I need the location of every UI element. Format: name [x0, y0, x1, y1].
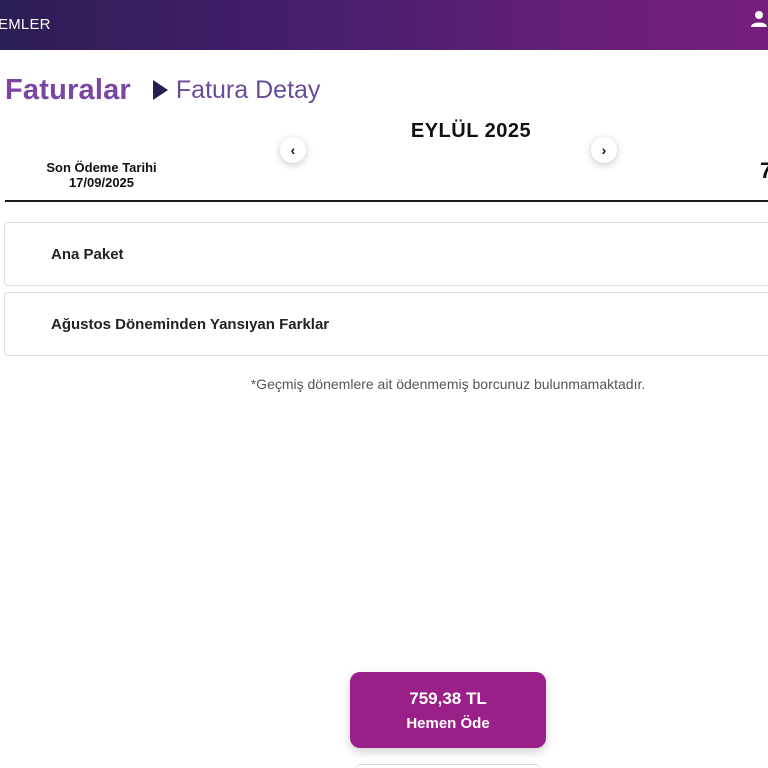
due-date-label: Son Ödeme Tarihi [46, 160, 157, 175]
due-date-block: Son Ödeme Tarihi 17/09/2025 [30, 160, 173, 190]
top-navigation-bar: EMLER [0, 0, 768, 50]
section-ana-paket[interactable]: Ana Paket [4, 222, 768, 286]
billing-period-label: EYLÜL 2025 [410, 120, 532, 142]
section-label: Ana Paket [51, 246, 124, 263]
section-previous-period-differences[interactable]: Ağustos Döneminden Yansıyan Farklar [4, 292, 768, 356]
nav-menu-item[interactable]: EMLER [0, 16, 51, 33]
due-date-value: 17/09/2025 [68, 175, 135, 190]
bill-total-cut: 7 [760, 158, 768, 183]
previous-period-button[interactable]: ‹ [280, 137, 306, 163]
section-divider [5, 200, 768, 202]
triangle-right-icon [152, 80, 168, 100]
breadcrumb: Faturalar Fatura Detay [5, 70, 320, 110]
section-label: Ağustos Döneminden Yansıyan Farklar [51, 316, 330, 333]
chevron-left-icon: ‹ [290, 142, 296, 158]
next-card-edge [355, 764, 541, 768]
chevron-right-icon: › [601, 142, 607, 158]
pay-now-button[interactable]: 759,38 TL Hemen Öde [350, 672, 546, 748]
next-period-button[interactable]: › [591, 137, 617, 163]
user-icon[interactable] [750, 10, 768, 28]
payment-amount: 759,38 TL [409, 689, 487, 708]
debt-info-note: *Geçmiş dönemlere ait ödenmemiş borcunuz… [250, 376, 646, 392]
pay-now-label: Hemen Öde [406, 715, 490, 732]
breadcrumb-current: Fatura Detay [175, 75, 321, 104]
page-title[interactable]: Faturalar [5, 74, 131, 107]
